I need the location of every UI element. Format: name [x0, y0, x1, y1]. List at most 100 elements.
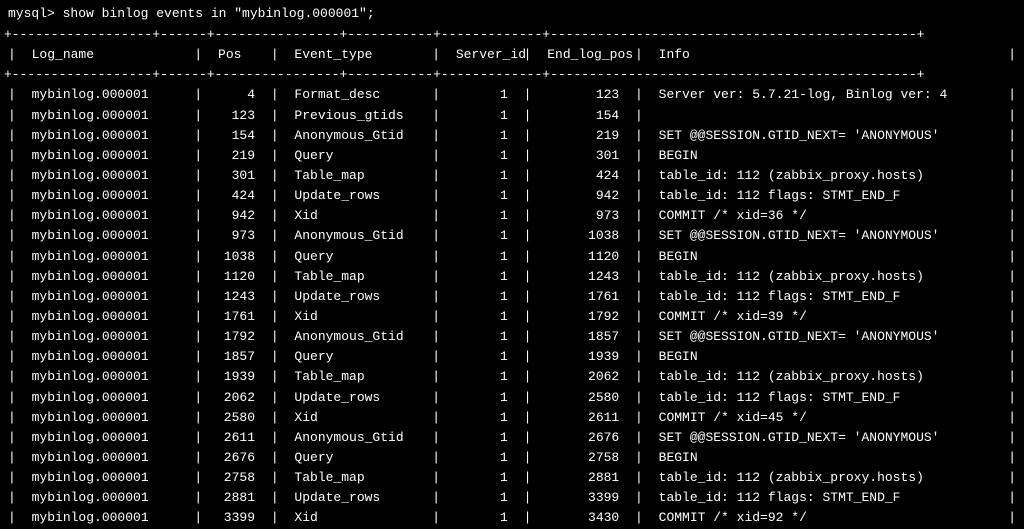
event-type-cell: Anonymous_Gtid: [290, 226, 420, 246]
pipe: |: [996, 388, 1020, 408]
pipe: |: [623, 287, 654, 307]
pipe: |: [183, 166, 214, 186]
pipe: |: [183, 126, 214, 146]
table-row: | mybinlog.000001 | 3399 | Xid | 1 | 343…: [4, 508, 1020, 528]
pipe: |: [4, 106, 28, 126]
server-id-cell: 1: [452, 287, 512, 307]
pipe: |: [623, 367, 654, 387]
server-id-cell: 1: [452, 347, 512, 367]
pipe: |: [259, 468, 290, 488]
pipe: |: [996, 287, 1020, 307]
table-row: | mybinlog.000001 | 2580 | Xid | 1 | 261…: [4, 408, 1020, 428]
log-name-cell: mybinlog.000001: [28, 367, 183, 387]
pipe: |: [623, 206, 654, 226]
pipe: |: [512, 508, 543, 528]
end-log-pos-cell: 2580: [543, 388, 623, 408]
pipe: |: [996, 247, 1020, 267]
pipe: |: [512, 166, 543, 186]
pipe: |: [4, 247, 28, 267]
pipe: |: [512, 468, 543, 488]
log-name-cell: mybinlog.000001: [28, 206, 183, 226]
prompt: mysql> show binlog events in "mybinlog.0…: [8, 6, 375, 21]
pipe: |: [420, 166, 451, 186]
event-type-cell: Xid: [290, 206, 420, 226]
table-row: | mybinlog.000001 | 2676 | Query | 1 | 2…: [4, 448, 1020, 468]
pipe: |: [183, 307, 214, 327]
pos-cell: 2676: [214, 448, 259, 468]
pipe: |: [623, 45, 654, 65]
end-log-pos-cell: 1038: [543, 226, 623, 246]
pipe: |: [183, 448, 214, 468]
server-id-cell: 1: [452, 186, 512, 206]
log-name-cell: mybinlog.000001: [28, 388, 183, 408]
pos-cell: 1038: [214, 247, 259, 267]
pipe: |: [420, 327, 451, 347]
pipe: |: [4, 186, 28, 206]
pipe: |: [623, 166, 654, 186]
server-id-cell: 1: [452, 206, 512, 226]
pos-cell: 219: [214, 146, 259, 166]
pipe: |: [183, 327, 214, 347]
log-name-cell: mybinlog.000001: [28, 408, 183, 428]
log-name-cell: mybinlog.000001: [28, 327, 183, 347]
info-cell: SET @@SESSION.GTID_NEXT= 'ANONYMOUS': [655, 327, 997, 347]
pipe: |: [996, 146, 1020, 166]
pipe: |: [996, 226, 1020, 246]
end-log-pos-cell: 1939: [543, 347, 623, 367]
pos-cell: 2881: [214, 488, 259, 508]
end-log-pos-cell: 154: [543, 106, 623, 126]
pipe: |: [623, 226, 654, 246]
pipe: |: [4, 126, 28, 146]
pipe: |: [183, 186, 214, 206]
info-cell: table_id: 112 flags: STMT_END_F: [655, 287, 997, 307]
end-log-pos-cell: 1243: [543, 267, 623, 287]
pipe: |: [623, 468, 654, 488]
info-cell: table_id: 112 flags: STMT_END_F: [655, 186, 997, 206]
pipe: |: [996, 508, 1020, 528]
pipe: |: [512, 488, 543, 508]
pipe: |: [420, 85, 451, 105]
end-log-pos-cell: 2062: [543, 367, 623, 387]
pipe: |: [4, 347, 28, 367]
log-name-cell: mybinlog.000001: [28, 508, 183, 528]
log-name-cell: mybinlog.000001: [28, 186, 183, 206]
pipe: |: [512, 267, 543, 287]
terminal: mysql> show binlog events in "mybinlog.0…: [0, 0, 1024, 529]
pipe: |: [996, 408, 1020, 428]
pipe: |: [996, 468, 1020, 488]
server-id-cell: 1: [452, 247, 512, 267]
info-cell: BEGIN: [655, 347, 997, 367]
pipe: |: [512, 206, 543, 226]
server-id-cell: 1: [452, 106, 512, 126]
pipe: |: [4, 267, 28, 287]
separator-mid: +------------------+------+-------------…: [4, 65, 1020, 85]
pipe: |: [996, 126, 1020, 146]
end-log-pos-cell: 1792: [543, 307, 623, 327]
event-type-cell: Query: [290, 448, 420, 468]
table-row: | mybinlog.000001 | 1038 | Query | 1 | 1…: [4, 247, 1020, 267]
event-type-cell: Query: [290, 247, 420, 267]
pipe: |: [512, 106, 543, 126]
end-log-pos-cell: 2758: [543, 448, 623, 468]
header-event-type: Event_type: [290, 45, 420, 65]
info-cell: COMMIT /* xid=45 */: [655, 408, 997, 428]
log-name-cell: mybinlog.000001: [28, 146, 183, 166]
pipe: |: [4, 327, 28, 347]
pipe: |: [420, 488, 451, 508]
pipe: |: [183, 488, 214, 508]
pipe: |: [420, 267, 451, 287]
event-type-cell: Table_map: [290, 468, 420, 488]
pipe: |: [420, 367, 451, 387]
table-body: | mybinlog.000001 | 4 | Format_desc | 1 …: [4, 85, 1020, 528]
pipe: |: [259, 428, 290, 448]
event-type-cell: Query: [290, 146, 420, 166]
pipe: |: [259, 508, 290, 528]
pipe: |: [420, 508, 451, 528]
server-id-cell: 1: [452, 428, 512, 448]
pipe: |: [259, 307, 290, 327]
log-name-cell: mybinlog.000001: [28, 126, 183, 146]
pipe: |: [420, 428, 451, 448]
pipe: |: [623, 307, 654, 327]
pipe: |: [259, 126, 290, 146]
command-line: mysql> show binlog events in "mybinlog.0…: [0, 0, 1024, 25]
